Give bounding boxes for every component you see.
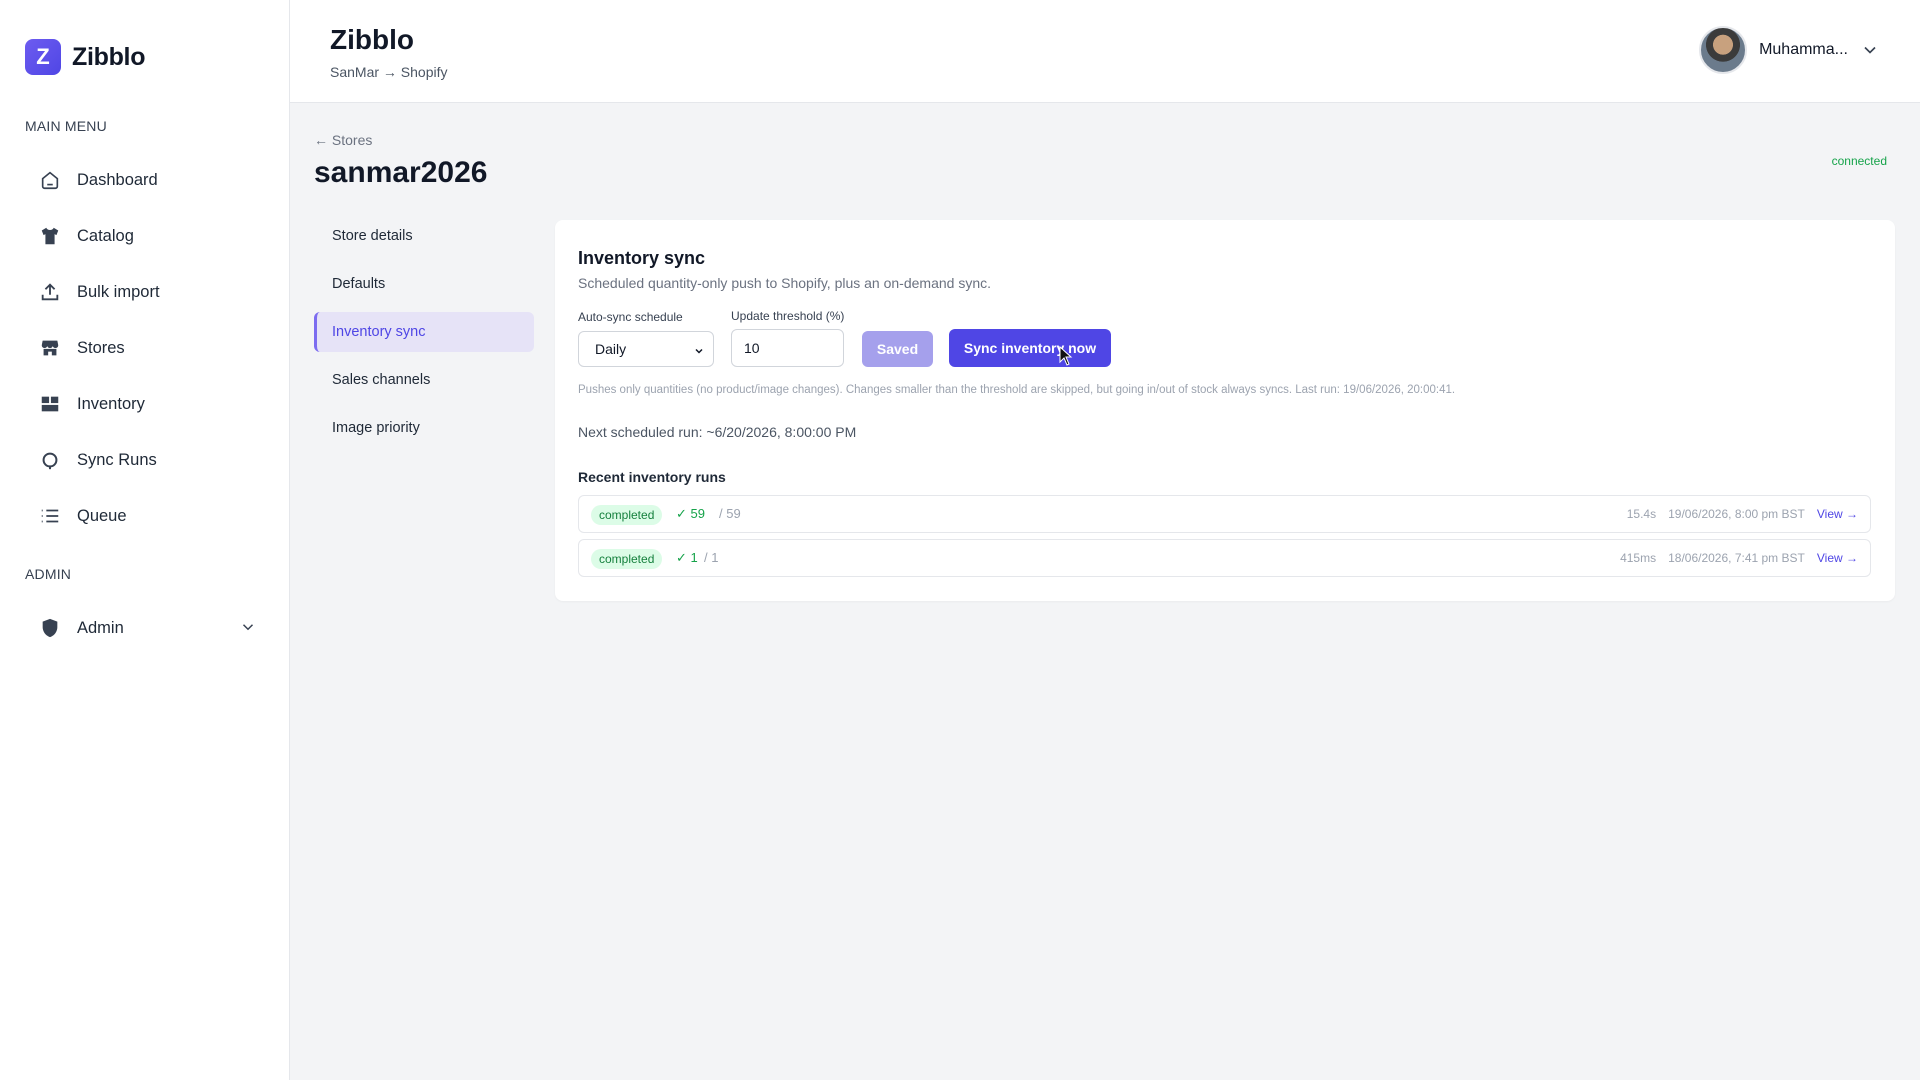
subnav-sales-channels[interactable]: Sales channels <box>314 360 534 400</box>
subnav-store-details[interactable]: Store details <box>314 216 534 256</box>
sidebar-item-label: Queue <box>77 506 127 525</box>
upload-icon <box>41 283 59 301</box>
sidebar-item-inventory[interactable]: Inventory <box>25 376 265 432</box>
chevron-down-icon <box>695 348 703 354</box>
subnav-image-priority[interactable]: Image priority <box>314 408 534 448</box>
help-text: Pushes only quantities (no product/image… <box>578 384 1456 396</box>
sidebar-item-sync-runs[interactable]: Sync Runs <box>25 432 265 488</box>
table-row: completed ✓ 1 / 1 415ms 18/06/2026, 7:41… <box>578 539 1871 577</box>
recent-runs-heading: Recent inventory runs <box>578 469 726 485</box>
main-menu-label: MAIN MENU <box>25 118 107 134</box>
subnav-defaults[interactable]: Defaults <box>314 264 534 304</box>
run-success-count: ✓ 1 <box>676 550 698 565</box>
grid-icon <box>41 396 59 412</box>
brand-logo-icon: Z <box>25 39 61 75</box>
schedule-label: Auto-sync schedule <box>578 310 683 324</box>
user-menu[interactable]: Muhamma... <box>1699 26 1880 74</box>
run-duration: 415ms <box>1620 551 1657 565</box>
view-run-link[interactable]: View → <box>1817 551 1858 565</box>
view-run-link[interactable]: View → <box>1817 507 1858 521</box>
back-to-stores-link[interactable]: ← Stores <box>314 132 372 148</box>
sidebar-item-stores[interactable]: Stores <box>25 320 265 376</box>
home-icon <box>41 171 59 190</box>
sidebar-item-queue[interactable]: Queue <box>25 488 265 544</box>
card-title: Inventory sync <box>578 248 706 268</box>
brand[interactable]: Z Zibblo <box>25 39 145 75</box>
run-duration: 15.4s <box>1626 507 1657 521</box>
app-subtitle: SanMar → Shopify <box>330 64 448 80</box>
status-badge: connected <box>1831 154 1887 168</box>
chevron-down-icon[interactable] <box>239 618 257 636</box>
sidebar-item-admin[interactable]: Admin <box>25 600 265 656</box>
list-icon <box>41 509 59 523</box>
table-row: completed ✓ 59 / 59 15.4s 19/06/2026, 8:… <box>578 495 1871 533</box>
status-badge: completed <box>591 505 663 525</box>
run-meta: 15.4s 19/06/2026, 8:00 pm BST View → <box>1627 507 1858 521</box>
chevron-down-icon[interactable] <box>1860 40 1880 60</box>
next-scheduled-run: Next scheduled run: ~6/20/2026, 8:00:00 … <box>578 424 857 440</box>
page-title: sanmar2026 <box>314 156 488 189</box>
sidebar-item-label: Sync Runs <box>77 450 157 469</box>
run-total-count: / 59 <box>719 506 741 521</box>
subnav-inventory-sync[interactable]: Inventory sync <box>314 312 534 352</box>
saved-button[interactable]: Saved <box>862 331 933 367</box>
shield-icon <box>42 618 58 638</box>
sidebar-item-label: Bulk import <box>77 282 160 301</box>
run-timestamp: 19/06/2026, 8:00 pm BST <box>1668 507 1805 521</box>
threshold-label: Update threshold (%) <box>731 309 845 323</box>
sync-inventory-button[interactable]: Sync inventory now <box>949 329 1111 367</box>
sidebar-item-label: Admin <box>77 618 124 637</box>
sidebar-item-bulk-import[interactable]: Bulk import <box>25 264 265 320</box>
refresh-icon <box>42 452 58 470</box>
shirt-icon <box>41 227 59 245</box>
sidebar-item-label: Catalog <box>77 226 134 245</box>
main-nav: Dashboard Catalog Bulk import Stores Inv… <box>25 152 265 544</box>
status-badge: completed <box>591 549 663 569</box>
inventory-sync-card: Inventory sync Scheduled quantity-only p… <box>555 220 1895 601</box>
avatar[interactable] <box>1699 26 1748 74</box>
schedule-select-value: Daily <box>595 341 627 357</box>
app-title: Zibblo <box>330 24 414 55</box>
admin-section-label: ADMIN <box>25 566 72 582</box>
card-description: Scheduled quantity-only push to Shopify,… <box>578 275 991 291</box>
schedule-select[interactable]: Daily <box>578 331 714 367</box>
run-timestamp: 18/06/2026, 7:41 pm BST <box>1668 551 1805 565</box>
run-total-count: / 1 <box>704 550 719 565</box>
sidebar-item-dashboard[interactable]: Dashboard <box>25 152 265 208</box>
top-header: Zibblo SanMar → Shopify Muhamma... <box>290 0 1920 103</box>
sidebar: Z Zibblo MAIN MENU Dashboard Catalog Bul… <box>0 0 290 1080</box>
run-meta: 415ms 18/06/2026, 7:41 pm BST View → <box>1620 551 1858 565</box>
sidebar-item-catalog[interactable]: Catalog <box>25 208 265 264</box>
threshold-input[interactable]: 10 <box>731 329 844 367</box>
sidebar-item-label: Stores <box>77 338 125 357</box>
mouse-cursor-icon <box>1059 346 1073 366</box>
brand-name: Zibblo <box>72 42 146 71</box>
run-success-count: ✓ 59 <box>676 506 705 521</box>
store-settings-subnav: Store details Defaults Inventory sync Sa… <box>314 216 534 456</box>
store-icon <box>41 340 59 356</box>
sidebar-item-label: Inventory <box>77 394 145 413</box>
sidebar-item-label: Dashboard <box>77 170 158 189</box>
user-name[interactable]: Muhamma... <box>1759 41 1848 59</box>
